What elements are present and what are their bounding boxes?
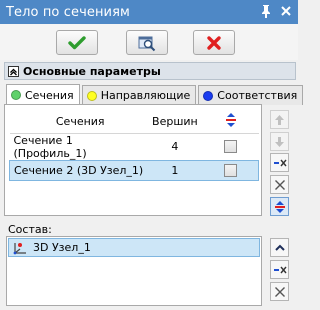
composition-list: 3D Узел_1 [6, 236, 262, 306]
sections-table: Сечения Вершин Сечение 1 (Профиль_1) 4 С… [8, 111, 259, 181]
tab-guides[interactable]: Направляющие [81, 85, 197, 105]
dialog-toolbar [0, 24, 298, 60]
tab-sections[interactable]: Сечения [6, 84, 80, 105]
ok-button[interactable] [56, 30, 98, 55]
chevron-up-icon [274, 244, 285, 251]
title-bar: Тело по сечениям [0, 0, 298, 24]
check-icon [68, 35, 86, 49]
section-name: Сечение 1 (Профиль_1) [13, 133, 87, 160]
tab-strip: Сечения Направляющие Соответствия [6, 84, 305, 105]
tab-label: Направляющие [100, 89, 191, 102]
tab-label: Соответствия [217, 89, 298, 102]
yellow-dot-icon [86, 90, 97, 101]
close-icon[interactable] [280, 4, 292, 22]
tab-label: Сечения [25, 88, 74, 102]
swap-direction-icon [274, 200, 285, 213]
table-header-row: Сечения Вершин [9, 111, 259, 134]
node-3d-icon [13, 242, 26, 254]
collapse-up-button[interactable] [270, 238, 289, 257]
section-header-main-params[interactable]: Основные параметры [4, 62, 296, 80]
column-header-direction[interactable] [202, 111, 259, 134]
pin-icon[interactable] [260, 4, 272, 22]
remove-item-button[interactable] [270, 260, 289, 279]
column-header-vertices[interactable]: Вершин [146, 111, 203, 134]
collapse-icon[interactable] [8, 65, 19, 77]
cross-icon [274, 179, 285, 190]
arrow-up-icon [275, 114, 284, 125]
blue-dot-icon [203, 90, 214, 101]
arrow-down-icon [275, 136, 284, 147]
move-up-button[interactable] [270, 110, 289, 129]
cancel-button[interactable] [193, 30, 235, 55]
preview-button[interactable] [126, 30, 168, 55]
list-item-label: 3D Узел_1 [33, 241, 91, 254]
table-row[interactable]: Сечение 2 (3D Узел_1) 1 [8, 159, 259, 181]
list-item[interactable]: 3D Узел_1 [8, 238, 260, 257]
window-title: Тело по сечениям [6, 4, 130, 20]
cross-icon [274, 286, 285, 297]
direction-checkbox[interactable] [224, 140, 238, 154]
delete-all-button[interactable] [270, 175, 289, 194]
section-title: Основные параметры [23, 64, 161, 78]
direction-checkbox[interactable] [223, 163, 237, 177]
green-dot-icon [11, 90, 21, 100]
cross-icon [207, 35, 221, 50]
clear-list-button[interactable] [270, 282, 289, 301]
reverse-direction-button[interactable] [270, 197, 289, 216]
vertex-count: 4 [171, 140, 179, 153]
composition-label: Состав: [8, 223, 52, 236]
remove-from-list-button[interactable] [270, 153, 289, 172]
column-header-sections[interactable]: Сечения [9, 111, 147, 134]
vertex-count: 1 [146, 159, 203, 181]
list-remove-icon [273, 159, 287, 166]
table-row[interactable]: Сечение 1 (Профиль_1) 4 [10, 133, 259, 160]
swap-direction-icon [225, 113, 236, 128]
section-name: Сечение 2 (3D Узел_1) [8, 159, 147, 181]
sections-panel: Сечения Вершин Сечение 1 (Профиль_1) 4 С… [4, 104, 262, 216]
move-down-button[interactable] [270, 132, 289, 151]
tab-correspondences[interactable]: Соответствия [198, 85, 304, 105]
list-remove-icon [273, 266, 287, 273]
preview-icon [138, 36, 156, 51]
